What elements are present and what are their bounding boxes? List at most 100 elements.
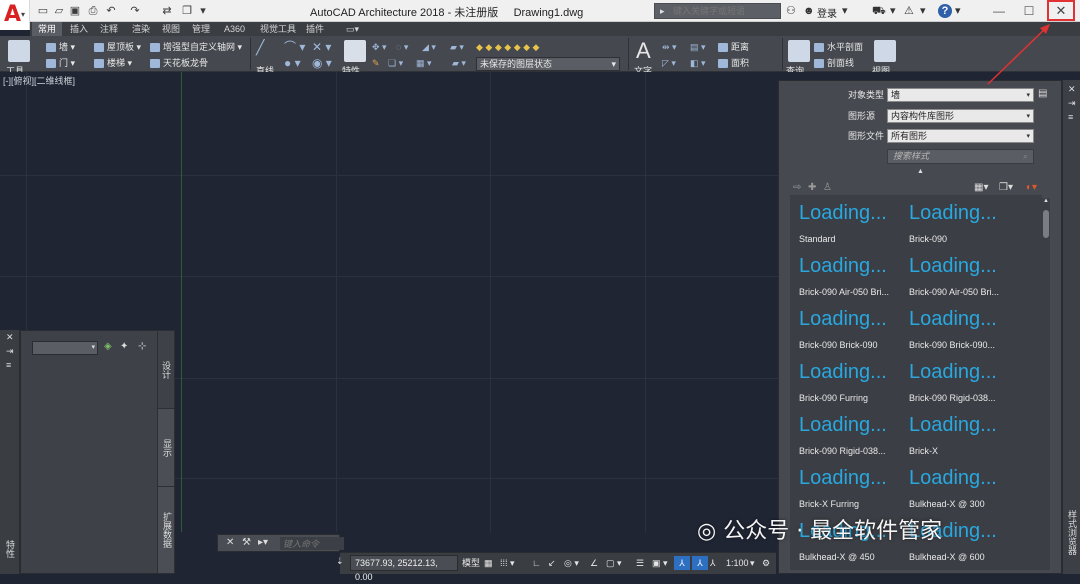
palette-settings-icon[interactable]: ≡ — [1068, 112, 1073, 122]
clipboard-icon[interactable]: ❐ — [180, 4, 194, 18]
close-icon[interactable]: ✕ — [1068, 84, 1076, 95]
application-menu-button[interactable]: A ▾ — [0, 0, 30, 30]
style-item[interactable]: Loading... Brick-090 Furring — [799, 361, 903, 411]
autohide-icon[interactable]: ⇥ — [6, 346, 14, 357]
object-snap-icon[interactable]: ▢ ▾ — [606, 556, 622, 570]
style-item[interactable]: Loading... Brick-090 Rigid-038... — [909, 361, 1013, 411]
section-line-button[interactable]: 剖面线 — [814, 56, 854, 70]
style-item[interactable]: Loading... Bulkhead-X @ 300 — [909, 467, 1013, 517]
layer-icon[interactable]: ▰ ▾ — [450, 40, 464, 54]
object-snap-tracking-icon[interactable]: ∠ — [590, 556, 598, 570]
share-icon[interactable]: ⇄ — [160, 4, 174, 18]
undo-icon[interactable]: ↶ — [104, 4, 118, 18]
section-view-icon[interactable] — [788, 40, 810, 62]
close-icon[interactable]: ✕ — [226, 537, 234, 548]
tools-icon[interactable] — [8, 40, 30, 62]
login-button[interactable]: 登录 — [817, 5, 837, 20]
properties-icon[interactable] — [344, 40, 366, 62]
style-manager-icon[interactable]: ♙ — [823, 182, 832, 193]
quick-select-icon[interactable]: ◈ — [104, 341, 112, 352]
login-dropdown-icon[interactable]: ▾ — [842, 4, 848, 18]
style-item[interactable]: Loading... Brick-090 Air-050 Bri... — [799, 255, 903, 305]
new-file-icon[interactable]: ▭ — [36, 4, 50, 18]
roof-slab-button[interactable]: 屋顶板 ▾ — [94, 40, 141, 54]
rotate-icon[interactable]: ◌ ▾ — [396, 40, 408, 54]
view-mode-icon[interactable]: ▦▾ — [974, 182, 988, 193]
annotation-scale-icon[interactable]: ⅄ — [710, 556, 716, 570]
move-icon[interactable]: ✥ ▾ — [372, 40, 387, 54]
copy-icon[interactable]: ❏ ▾ — [388, 56, 403, 70]
arc-icon[interactable]: ⌒ ▾ — [284, 40, 305, 54]
drawing-source-dropdown[interactable]: 内容构件库图形 ▾ — [887, 109, 1034, 123]
tab-manage[interactable]: 管理 — [186, 22, 216, 36]
snap-mode-icon[interactable]: ⁞⁞⁞ ▾ — [500, 556, 515, 570]
render-mode-icon[interactable]: ◐▾ — [1026, 182, 1037, 193]
binoculars-icon[interactable]: ⚇ — [786, 4, 796, 18]
style-item[interactable]: Loading... Brick-090 Brick-090... — [909, 308, 1013, 358]
view-icon[interactable]: ◉ ▾ — [312, 56, 332, 70]
exchange-icon[interactable]: ⚠ — [904, 4, 914, 18]
fillet-icon[interactable]: ◢ ▾ — [422, 40, 436, 54]
close-button[interactable]: ✕ — [1047, 0, 1075, 21]
maximize-button[interactable]: ☐ — [1013, 0, 1045, 22]
lineweight-icon[interactable]: ☰ — [636, 556, 644, 570]
exchange-dropdown-icon[interactable]: ▾ — [920, 4, 926, 18]
style-search-input[interactable]: 搜索样式 — [887, 149, 1034, 164]
help-icon[interactable]: ? — [938, 4, 952, 18]
cart-dropdown-icon[interactable]: ▾ — [890, 4, 896, 18]
tab-view[interactable]: 视图 — [156, 22, 186, 36]
layer-state-dropdown[interactable]: 未保存的图层状态 ▾ — [476, 57, 620, 71]
wall-button[interactable]: 墙 ▾ — [46, 40, 75, 54]
autohide-icon[interactable]: ⇥ — [1068, 98, 1076, 109]
help-search-box[interactable]: ▸ — [654, 3, 781, 19]
quick-access-dropdown-icon[interactable]: ▾ — [196, 4, 210, 18]
annotation-scale-value[interactable]: 1:100 — [726, 556, 749, 570]
layer-tools-icon[interactable]: ◆ ◆ ◆ ◆ ◆ ◆ ◆ — [476, 40, 539, 54]
trim-icon[interactable]: ✕ ▾ — [312, 40, 331, 54]
status-bar-menu-icon[interactable]: ⇣ — [336, 556, 344, 567]
workspace-gear-icon[interactable]: ⚙ — [762, 556, 770, 570]
style-item[interactable]: Loading... Brick-090 Brick-090 — [799, 308, 903, 358]
tab-display[interactable]: 显示 — [157, 408, 175, 488]
annotation-visibility-icon[interactable]: ⅄ — [674, 556, 690, 570]
style-item[interactable]: Loading... Brick-090 Air-050 Bri... — [909, 255, 1013, 305]
print-icon[interactable]: ⎙ — [86, 4, 100, 18]
view-manager-icon[interactable] — [874, 40, 896, 62]
redo-icon[interactable]: ↷ — [128, 4, 142, 18]
style-item[interactable]: Loading... Standard — [799, 202, 903, 252]
wrench-icon[interactable]: ⚒ — [242, 537, 251, 548]
transparency-icon[interactable]: ▣ ▾ — [652, 556, 668, 570]
tab-extended-data[interactable]: 扩展数据 — [157, 486, 175, 574]
horizontal-section-button[interactable]: 水平剖面 — [814, 40, 863, 54]
polar-tracking-icon[interactable]: ↙ — [548, 556, 556, 570]
ceiling-grid-button[interactable]: 天花板龙骨 — [150, 56, 208, 70]
object-filter-dropdown[interactable]: ▾ — [32, 341, 98, 355]
array-icon[interactable]: ▦ ▾ — [416, 56, 432, 70]
coordinates-display[interactable]: 73677.93, 25212.13, 0.00 — [350, 555, 458, 582]
scroll-up-icon[interactable]: ▲ — [1043, 198, 1049, 204]
ribbon-toggle-icon[interactable]: ▭▾ — [340, 22, 365, 36]
collapse-filters-icon[interactable]: ▲ — [917, 168, 924, 175]
select-objects-icon[interactable]: ✦ — [120, 341, 128, 352]
import-style-icon[interactable]: ⇨ — [793, 182, 801, 193]
help-dropdown-icon[interactable]: ▾ — [955, 4, 961, 18]
open-file-icon[interactable]: ▱ — [52, 4, 66, 18]
recent-commands-icon[interactable]: ▸▾ — [258, 537, 268, 548]
brush-icon[interactable]: ✎ — [372, 56, 380, 70]
add-style-icon[interactable]: ✚ — [808, 182, 816, 193]
table-icon[interactable]: ▤ ▾ — [690, 40, 706, 54]
palette-settings-icon[interactable]: ≡ — [6, 360, 11, 370]
style-item[interactable]: Loading... Brick-090 Rigid-038... — [799, 414, 903, 464]
style-item[interactable]: Loading... Brick-090 — [909, 202, 1013, 252]
text-icon[interactable]: A — [636, 38, 651, 64]
style-item[interactable]: Loading... Brick-X — [909, 414, 1013, 464]
user-icon[interactable]: ☻ — [803, 4, 815, 18]
pickadd-icon[interactable]: ⊹ — [138, 341, 146, 352]
command-input[interactable] — [280, 537, 344, 550]
isodraft-icon[interactable]: ◎ ▾ — [564, 556, 579, 570]
dimension-icon[interactable]: ⇹ ▾ — [662, 40, 677, 54]
minimize-button[interactable]: — — [983, 0, 1015, 22]
style-item[interactable]: Loading... Brick-X Furring — [799, 467, 903, 517]
enhanced-grid-button[interactable]: 增强型自定义轴网 ▾ — [150, 40, 242, 54]
markup-icon[interactable]: ◧ ▾ — [690, 56, 706, 70]
